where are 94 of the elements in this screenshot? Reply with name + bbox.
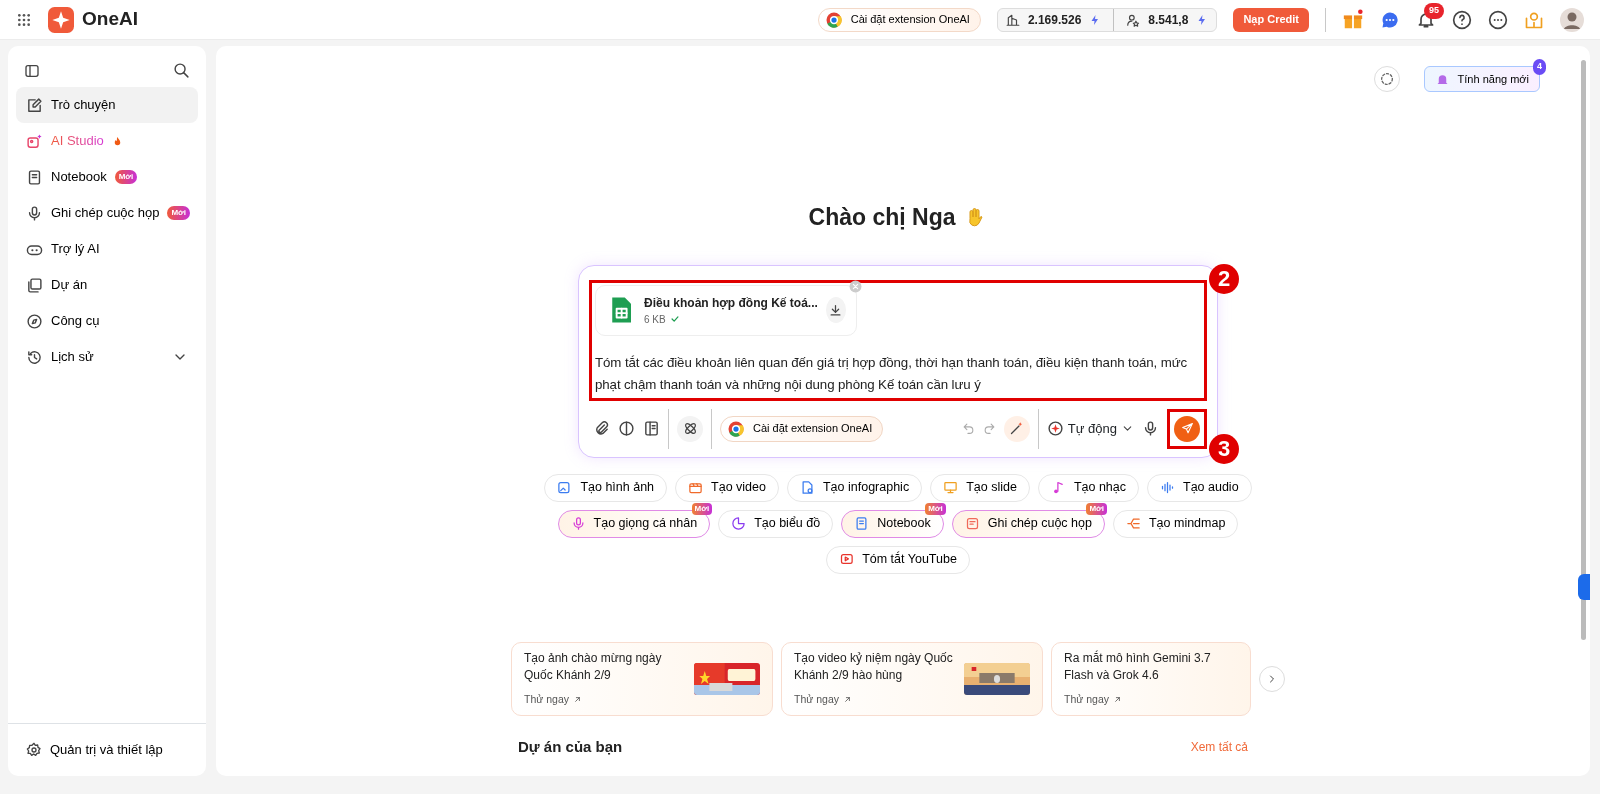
gift-icon[interactable] xyxy=(1342,8,1364,31)
sidebar-item[interactable]: AI Studio xyxy=(16,123,198,159)
download-button[interactable] xyxy=(825,297,846,323)
video-icon xyxy=(688,480,704,495)
action-chip[interactable]: Tạo infographic xyxy=(786,473,923,502)
logo-icon xyxy=(48,6,74,33)
feature-card[interactable]: Ra mắt mô hình Gemini 3.7 Flash và Grok 4.6 Thử ngay xyxy=(1051,641,1251,716)
mindmap-icon xyxy=(1125,516,1141,531)
sidebar-item[interactable]: Dự án xyxy=(16,267,198,303)
new-badge: Mới xyxy=(114,170,138,184)
dashed-circle-icon xyxy=(1378,71,1395,87)
try-now-link[interactable]: Thử ngay xyxy=(1064,691,1109,708)
credit-amount: 8.541,8 xyxy=(1148,11,1189,29)
book-icon[interactable] xyxy=(643,420,660,437)
document-icon xyxy=(799,480,815,495)
sidebar-item[interactable]: Notebook Mới xyxy=(16,159,198,195)
action-chip[interactable]: Tạo mindmap xyxy=(1112,509,1239,538)
settings-icon xyxy=(26,742,42,758)
search-icon[interactable] xyxy=(173,62,190,79)
send-button[interactable] xyxy=(1174,415,1200,442)
section-title: Dự án của bạn xyxy=(518,736,623,757)
new-badge: Mới xyxy=(691,502,713,515)
card-title: Tạo ảnh chào mừng ngày Quốc Khánh 2/9 xyxy=(524,649,663,684)
pie-chart-icon xyxy=(731,516,747,531)
feature-card[interactable]: Tạo ảnh chào mừng ngày Quốc Khánh 2/9 Thử ngay xyxy=(511,641,773,716)
new-badge: Mới xyxy=(167,206,190,220)
notebook-icon xyxy=(26,168,43,186)
screenshot-button[interactable] xyxy=(1373,66,1400,92)
arrow-icon xyxy=(842,695,852,704)
close-icon[interactable] xyxy=(849,279,862,293)
sidebar-item[interactable]: Công cụ xyxy=(16,303,198,339)
action-chip[interactable]: Tạo audio xyxy=(1147,473,1252,502)
action-chip[interactable]: Tóm tắt YouTube xyxy=(826,545,970,574)
atom-icon xyxy=(682,421,698,436)
arrow-icon xyxy=(1112,695,1122,704)
annotation-number: 3 xyxy=(1209,433,1239,464)
action-chip[interactable]: Tạo biểu đồ xyxy=(718,509,834,538)
user-star-icon xyxy=(1126,12,1141,27)
card-title: Tạo video kỷ niệm ngày Quốc Khánh 2/9 hào hùng xyxy=(794,649,954,684)
prompt-field[interactable]: Tóm tắt các điều khoản liên quan đến giá trị hợp đồng, thời hạn thanh toán, điều kiện thanh toán, mức phạt chậm thanh toán và những nội dung phòng Kế toán cần lưu ý xyxy=(595,351,1201,396)
notification-count: 95 xyxy=(1424,3,1444,19)
note-icon xyxy=(964,516,980,531)
new-badge: Mới xyxy=(1086,502,1107,515)
send-icon xyxy=(1180,422,1194,435)
chrome-icon xyxy=(824,10,843,29)
sidebar-item[interactable]: Ghi chép cuộc họp Mới xyxy=(16,195,198,231)
image-sparkle-icon xyxy=(26,132,43,150)
arrow-icon xyxy=(572,695,582,704)
count-badge: 4 xyxy=(1533,59,1546,75)
extension-button[interactable]: Cài đặt extension OneAI xyxy=(720,415,884,442)
action-chip[interactable]: Tạo hình ảnh xyxy=(544,473,668,502)
microphone-icon xyxy=(26,204,43,222)
image-icon xyxy=(557,480,573,495)
greeting: Chào chị Nga xyxy=(808,203,956,232)
history-icon xyxy=(26,348,43,366)
more-icon[interactable] xyxy=(1488,9,1508,30)
building-icon xyxy=(1005,12,1020,27)
settings-item[interactable]: Quản trị và thiết lập xyxy=(16,732,198,768)
try-now-link[interactable]: Thử ngay xyxy=(794,691,839,708)
try-now-link[interactable]: Thử ngay xyxy=(524,691,569,708)
new-badge: Mới xyxy=(925,502,946,515)
action-chip[interactable]: Tạo slide xyxy=(930,473,1030,502)
presentation-icon xyxy=(943,480,959,495)
compass-icon xyxy=(26,312,43,330)
side-panel-tab[interactable] xyxy=(1578,574,1590,600)
sidebar-item[interactable]: Trợ lý AI xyxy=(16,231,198,267)
chrome-icon xyxy=(727,419,745,438)
action-chip[interactable]: Tạo video xyxy=(675,473,779,502)
feature-card[interactable]: Tạo video kỷ niệm ngày Quốc Khánh 2/9 hào hùng Thử ngay xyxy=(781,641,1043,716)
play-screen-icon xyxy=(839,552,855,567)
half-circle-icon[interactable] xyxy=(618,420,635,437)
apps-icon[interactable] xyxy=(16,11,32,28)
sparkle-circle-icon xyxy=(1046,420,1064,437)
paperclip-icon[interactable] xyxy=(593,420,610,437)
extension-button[interactable]: Cài đặt extension OneAI xyxy=(817,7,981,32)
microphone-icon[interactable] xyxy=(1142,420,1159,437)
folders-icon xyxy=(26,276,43,294)
notebook-icon xyxy=(854,516,870,531)
card-title: Ra mắt mô hình Gemini 3.7 Flash và Grok 4.6 xyxy=(1064,649,1212,684)
sidebar-item[interactable]: Lịch sử xyxy=(16,339,198,375)
waveform-icon xyxy=(1160,480,1175,495)
sidebar-toggle-icon[interactable] xyxy=(24,62,40,79)
help-icon[interactable] xyxy=(1452,9,1472,30)
sidebar-item[interactable]: Trò chuyện xyxy=(16,87,198,123)
file-size: 6 KB xyxy=(644,312,666,327)
file-name: Điều khoản hợp đồng Kế toá... xyxy=(644,294,818,312)
annotation-number: 2 xyxy=(1209,263,1239,294)
edit-icon xyxy=(26,96,43,114)
avatar-icon[interactable] xyxy=(1560,7,1584,32)
mode-dropdown[interactable]: Tự động xyxy=(1046,418,1134,439)
credit-amount: 2.169.526 xyxy=(1027,11,1082,29)
brand-name: OneAI xyxy=(82,7,138,32)
atom-button[interactable] xyxy=(677,415,703,442)
action-chip[interactable]: Tạo nhạc xyxy=(1037,473,1139,502)
